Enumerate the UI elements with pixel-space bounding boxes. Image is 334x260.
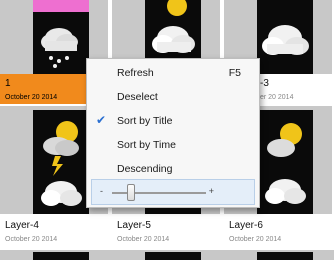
- thumbnail: [33, 0, 89, 74]
- item-date: October 20 2014: [5, 236, 58, 243]
- menu-item-deselect[interactable]: Deselect: [87, 86, 259, 108]
- item-date: October 20 2014: [5, 94, 58, 101]
- item-title: Layer-4: [5, 220, 39, 231]
- sun-storm-icon: [41, 121, 82, 206]
- menu-item-sort-by-title[interactable]: ✔ Sort by Title: [87, 110, 259, 132]
- zoom-slider-panel: - +: [91, 179, 255, 205]
- item-title: 1: [5, 78, 11, 89]
- sun-cloud-icon: [265, 123, 306, 204]
- gallery-row-partial: [0, 250, 334, 260]
- item-date: er 20 2014: [260, 94, 294, 101]
- zoom-out-icon[interactable]: -: [100, 186, 103, 196]
- menu-item-sort-by-time[interactable]: Sort by Time: [87, 134, 259, 156]
- menu-item-descending[interactable]: Descending: [87, 158, 259, 180]
- menu-item-shortcut: F5: [228, 67, 241, 79]
- context-menu: Refresh F5 Deselect ✔ Sort by Title Sort…: [86, 58, 260, 208]
- zoom-in-icon[interactable]: +: [209, 186, 214, 196]
- item-title: Layer-5: [117, 220, 151, 231]
- menu-item-label: Refresh: [117, 67, 154, 79]
- item-title: -3: [260, 78, 269, 89]
- menu-item-label: Sort by Time: [117, 139, 176, 151]
- zoom-slider-thumb[interactable]: [126, 184, 135, 201]
- thumbnail: [33, 110, 89, 214]
- item-title: Layer-6: [229, 220, 263, 231]
- menu-item-label: Deselect: [117, 91, 158, 103]
- menu-item-refresh[interactable]: Refresh F5: [87, 62, 259, 84]
- cloud-snow-icon: [41, 28, 78, 68]
- cloud-icon: [262, 25, 309, 55]
- thumbnail: [257, 110, 313, 214]
- thumbnail: [257, 0, 313, 74]
- item-date: October 20 2014: [229, 236, 282, 243]
- item-date: October 20 2014: [117, 236, 170, 243]
- checkmark-icon: ✔: [96, 113, 107, 127]
- menu-item-label: Sort by Title: [117, 115, 173, 127]
- menu-item-label: Descending: [117, 163, 173, 175]
